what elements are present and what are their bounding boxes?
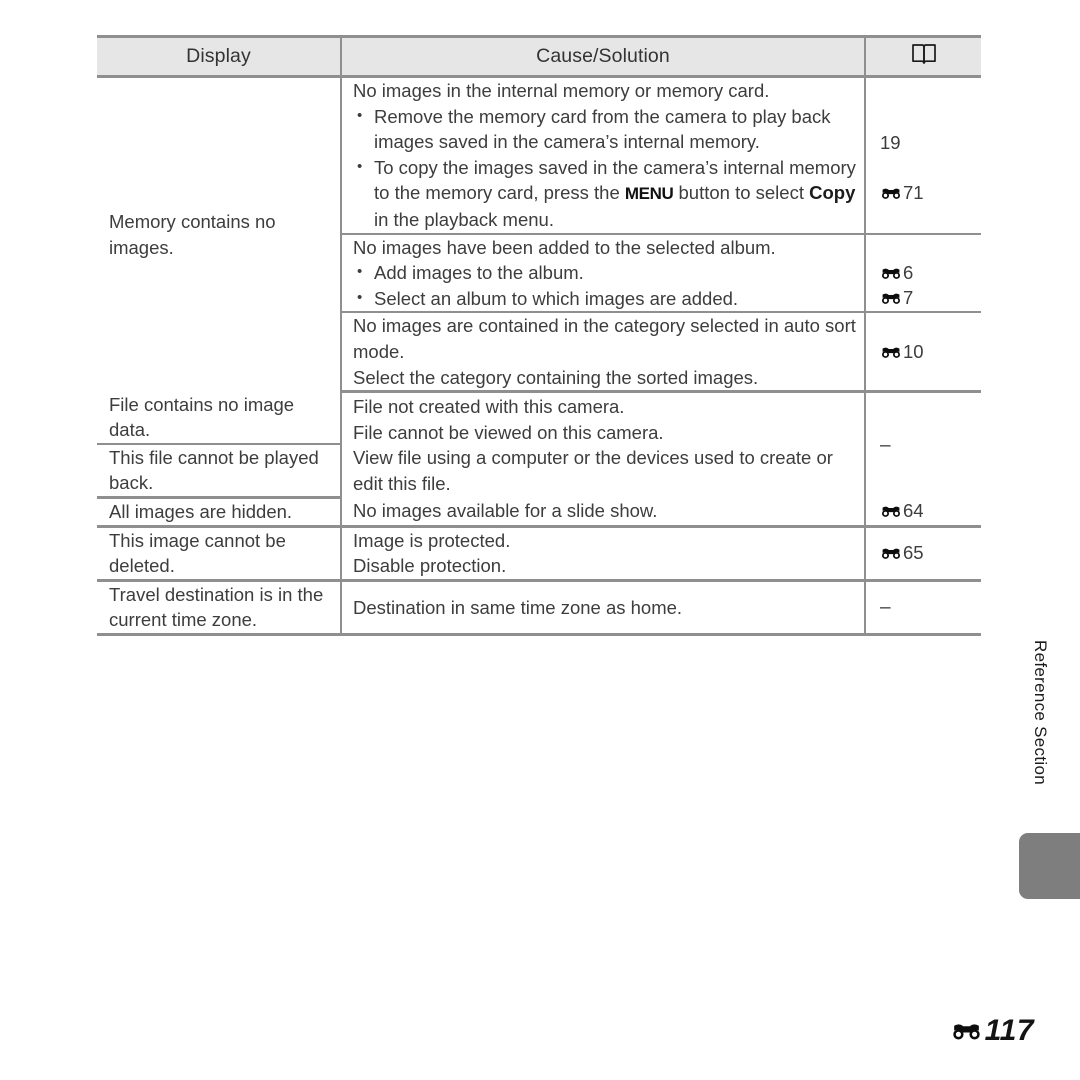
cell-cause-same-time-zone: Destination in same time zone as home. (340, 580, 866, 636)
cell-reference-row2: – (864, 391, 981, 498)
table-row: All images are hidden. No images availab… (97, 497, 981, 528)
reference-value: – (880, 597, 891, 619)
cause-line: View file using a computer or the device… (353, 447, 833, 494)
cause-line: Image is protected. (353, 529, 511, 551)
binoculars-e-icon (950, 1022, 983, 1041)
copy-menu-term: Copy (809, 182, 856, 204)
cell-display-all-images-hidden: All images are hidden. (97, 497, 342, 528)
cell-reference-row5: – (864, 580, 981, 636)
cause-line: Disable protection. (353, 555, 507, 577)
cause-lead-text: No images are contained in the category … (353, 315, 856, 362)
error-messages-table: Display Cause/Solution Memory contains n… (97, 35, 981, 636)
reference-value: – (880, 435, 891, 457)
section-side-label: Reference Section (1031, 640, 1050, 785)
table-row: Travel destination is in the current tim… (97, 580, 981, 636)
reference-value: 65 (903, 542, 924, 564)
cell-display-file-contains-no-image-data: File contains no image data. (97, 391, 342, 445)
cell-cause-no-images-in-album: No images have been added to the selecte… (340, 233, 866, 314)
reference-value-with-icon: 65 (880, 540, 975, 566)
cell-reference-row4: 65 (864, 526, 981, 582)
open-book-icon (911, 43, 937, 71)
binoculars-e-icon (880, 187, 902, 200)
cause-line: File not created with this camera. (353, 396, 625, 418)
cause-lead-text: No images have been added to the selecte… (353, 236, 776, 258)
reference-value: 10 (903, 340, 924, 362)
bullet-text-copy-instruction: To copy the images saved in the camera’s… (374, 156, 856, 230)
cell-reference-row1-sub2: 6 7 (864, 233, 981, 314)
cell-reference-row1-sub1: 19 71 (864, 76, 981, 235)
menu-button-glyph: MENU (624, 184, 674, 204)
cause-extra-line: Select the category containing the sorte… (353, 366, 759, 388)
cell-display-image-cannot-be-deleted: This image cannot be deleted. (97, 526, 342, 582)
reference-value-with-icon: 7 (880, 285, 975, 311)
cell-display-memory-contains-no-images: Memory contains no images. (97, 76, 342, 392)
binoculars-e-icon (880, 505, 902, 518)
cell-reference-row3: 64 (864, 497, 981, 528)
cell-display-travel-destination: Travel destination is in the current tim… (97, 580, 342, 636)
list-item: Select an album to which images are adde… (353, 285, 856, 312)
binoculars-e-icon (880, 292, 902, 305)
table-row: File contains no image data. File not cr… (97, 391, 981, 498)
section-tab-marker (1019, 833, 1080, 899)
reference-value-with-icon: 10 (880, 339, 975, 365)
list-item: Remove the memory card from the camera t… (353, 103, 856, 155)
cell-cause-image-protected: Image is protected. Disable protection. (340, 526, 866, 582)
reference-value: 71 (903, 182, 924, 204)
reference-value: 19 (880, 131, 901, 153)
page-number: 117 (950, 1014, 1034, 1048)
reference-value: 7 (903, 287, 914, 309)
cell-cause-file-not-created: File not created with this camera. File … (340, 391, 866, 498)
table-body: Memory contains no images. No images in … (97, 76, 981, 636)
cause-bullet-list: Remove the memory card from the camera t… (353, 103, 856, 233)
page-number-value: 117 (984, 1014, 1034, 1047)
reference-value-with-icon: 64 (880, 498, 975, 524)
list-item: Add images to the album. (353, 259, 856, 286)
cause-line: File cannot be viewed on this camera. (353, 421, 664, 443)
cell-display-file-cannot-be-played-back: This file cannot be played back. (97, 443, 342, 499)
binoculars-e-icon (880, 267, 902, 280)
table-header: Display Cause/Solution (97, 35, 981, 78)
reference-value-with-icon: 6 (880, 260, 975, 286)
cell-cause-no-images-internal-memory: No images in the internal memory or memo… (340, 76, 866, 235)
reference-value: 64 (903, 500, 924, 522)
cell-cause-no-images-slide-show: No images available for a slide show. (340, 497, 866, 528)
binoculars-e-icon (880, 346, 902, 359)
cause-bullet-list: Add images to the album. Select an album… (353, 259, 856, 312)
table-row: Memory contains no images. No images in … (97, 76, 981, 392)
list-item: To copy the images saved in the camera’s… (353, 154, 856, 233)
binoculars-e-icon (880, 547, 902, 560)
table-row: This image cannot be deleted. Image is p… (97, 526, 981, 582)
reference-value: 6 (903, 261, 914, 283)
column-header-display: Display (97, 35, 342, 78)
column-header-cause-solution: Cause/Solution (340, 35, 866, 78)
cause-lead-text: No images in the internal memory or memo… (353, 80, 770, 101)
cell-reference-row1-sub3: 10 (864, 312, 981, 394)
reference-value-with-icon: 71 (880, 180, 975, 206)
cell-cause-auto-sort-category: No images are contained in the category … (340, 312, 866, 394)
column-header-reference (864, 35, 981, 78)
